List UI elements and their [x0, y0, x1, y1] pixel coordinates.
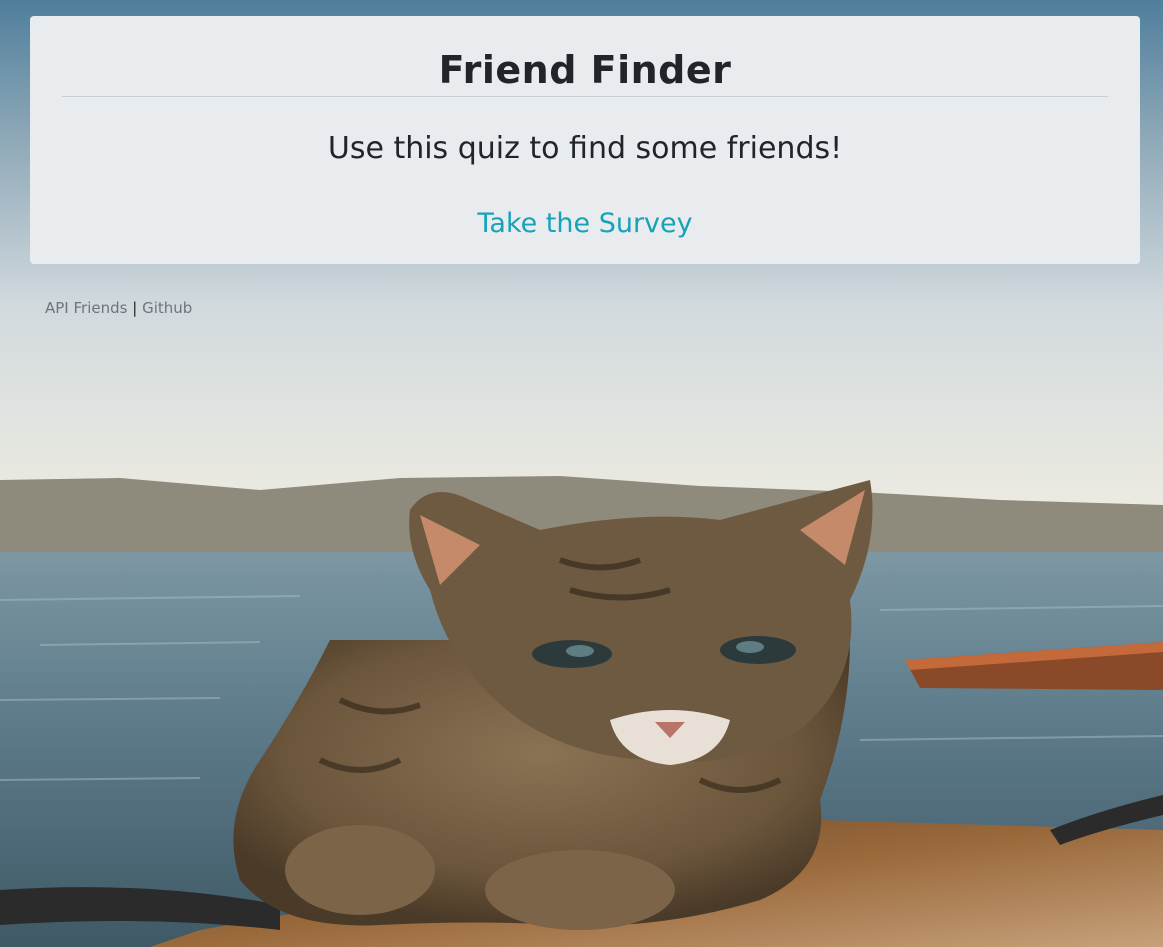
- page-title: Friend Finder: [438, 48, 732, 92]
- api-friends-link[interactable]: API Friends: [45, 299, 127, 317]
- footer-separator: |: [132, 299, 138, 317]
- footer: API Friends | Github: [45, 299, 192, 317]
- github-link[interactable]: Github: [142, 299, 192, 317]
- take-survey-link[interactable]: Take the Survey: [30, 208, 1140, 239]
- hero-panel: Friend Finder Use this quiz to find some…: [30, 16, 1140, 264]
- divider: [62, 96, 1108, 97]
- page-subtitle: Use this quiz to find some friends!: [327, 131, 843, 166]
